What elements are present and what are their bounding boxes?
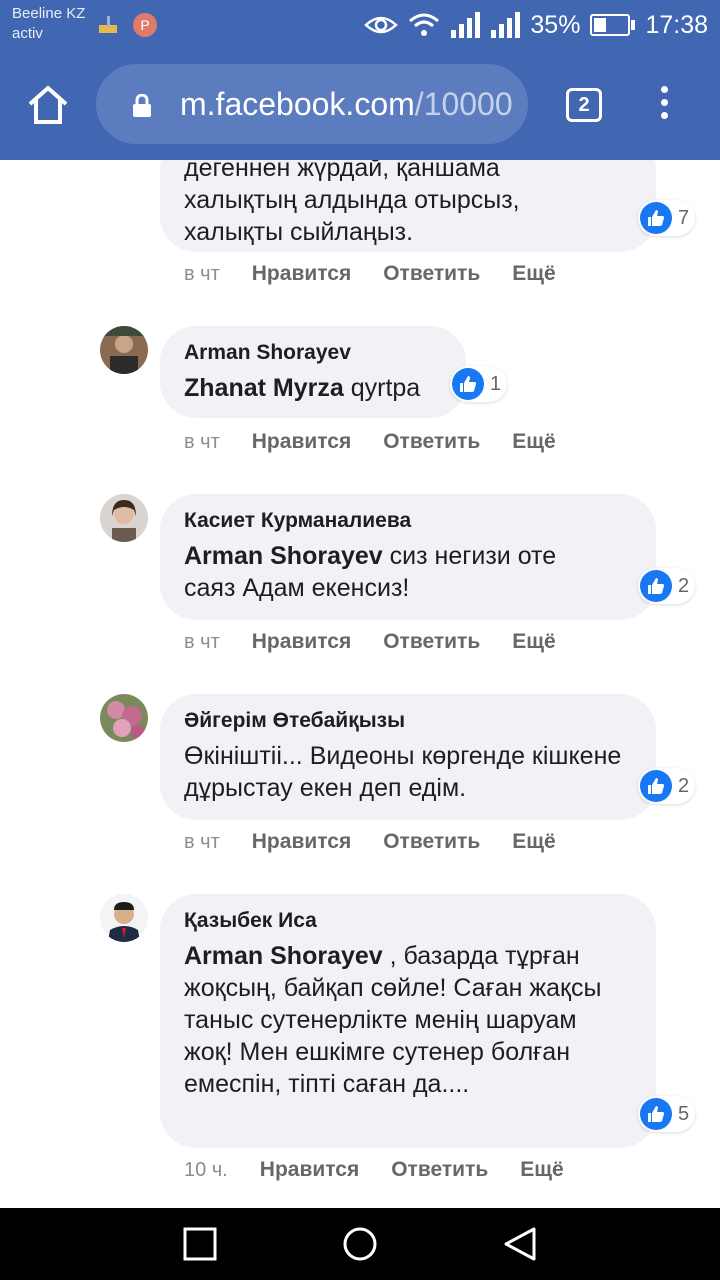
like-icon bbox=[452, 368, 484, 400]
overflow-menu-icon[interactable] bbox=[654, 86, 674, 126]
like-icon bbox=[640, 202, 672, 234]
comment-actions: в чт Нравится Ответить Ещё bbox=[184, 427, 588, 457]
comment-author[interactable]: Arman Shorayev bbox=[184, 340, 442, 366]
avatar[interactable] bbox=[100, 494, 148, 542]
url-bar[interactable]: m.facebook.com/10000 bbox=[96, 64, 528, 144]
comment-time[interactable]: в чт bbox=[184, 263, 220, 286]
comment-actions: в чт Нравится Ответить Ещё bbox=[184, 827, 588, 857]
more-button[interactable]: Ещё bbox=[512, 430, 555, 454]
comment-author[interactable]: Әйгерім Өтебайқызы bbox=[184, 708, 632, 734]
reaction-count[interactable]: 5 bbox=[638, 1096, 696, 1132]
carrier-label: Beeline KZ activ bbox=[12, 5, 86, 42]
signal-icon bbox=[451, 12, 481, 38]
battery-icon bbox=[590, 14, 636, 36]
home-icon[interactable] bbox=[24, 82, 72, 126]
status-icons: 35% 17:38 bbox=[364, 8, 708, 42]
recent-apps-icon[interactable] bbox=[182, 1226, 218, 1262]
comment-bubble: Әйгерім Өтебайқызы Өкініштіі... Видеоны … bbox=[160, 694, 656, 820]
comment-time[interactable]: 10 ч. bbox=[184, 1159, 228, 1182]
reaction-count[interactable]: 2 bbox=[638, 768, 696, 804]
reply-button[interactable]: Ответить bbox=[383, 262, 480, 286]
comments-list: дегеннен жүрдай, қаншама халықтың алдынд… bbox=[0, 160, 720, 1208]
reply-button[interactable]: Ответить bbox=[383, 430, 480, 454]
comment-author[interactable]: Касиет Курманалиева bbox=[184, 508, 632, 534]
reply-button[interactable]: Ответить bbox=[383, 830, 480, 854]
like-button[interactable]: Нравится bbox=[252, 262, 351, 286]
reply-button[interactable]: Ответить bbox=[391, 1158, 488, 1182]
clock: 17:38 bbox=[645, 10, 708, 39]
like-button[interactable]: Нравится bbox=[260, 1158, 359, 1182]
more-button[interactable]: Ещё bbox=[512, 630, 555, 654]
avatar[interactable] bbox=[100, 894, 148, 942]
like-button[interactable]: Нравится bbox=[252, 830, 351, 854]
comment-text: дегеннен жүрдай, қаншама халықтың алдынд… bbox=[184, 160, 520, 246]
more-button[interactable]: Ещё bbox=[520, 1158, 563, 1182]
comment-author[interactable]: Қазыбек Иса bbox=[184, 908, 632, 934]
comment-bubble: Arman Shorayev Zhanat Myrza qyrtpa bbox=[160, 326, 466, 418]
lock-icon bbox=[133, 94, 151, 117]
more-button[interactable]: Ещё bbox=[512, 830, 555, 854]
url-text: m.facebook.com/10000 bbox=[180, 86, 513, 122]
comment-time[interactable]: в чт bbox=[184, 431, 220, 454]
notification-badge-icon: P bbox=[133, 13, 157, 37]
mention-link[interactable]: Arman Shorayev bbox=[184, 542, 383, 570]
comment-actions: в чт Нравится Ответить Ещё bbox=[184, 627, 588, 657]
battery-percent: 35% bbox=[530, 10, 581, 39]
mention-link[interactable]: Zhanat Myrza bbox=[184, 374, 344, 402]
tab-switcher-button[interactable]: 2 bbox=[566, 88, 602, 122]
system-nav-bar bbox=[0, 1208, 720, 1280]
like-button[interactable]: Нравится bbox=[252, 630, 351, 654]
browser-toolbar: m.facebook.com/10000 2 bbox=[0, 50, 720, 160]
eye-icon bbox=[364, 16, 399, 34]
reaction-count[interactable]: 2 bbox=[638, 568, 696, 604]
comment-text: Өкініштіі... Видеоны көргенде кішкене дұ… bbox=[184, 742, 622, 802]
signal-icon-2 bbox=[491, 12, 521, 38]
like-icon bbox=[640, 1098, 672, 1130]
avatar[interactable] bbox=[100, 326, 148, 374]
mention-link[interactable]: Arman Shorayev bbox=[184, 942, 383, 970]
avatar[interactable] bbox=[100, 694, 148, 742]
comment-actions: 10 ч. Нравится Ответить Ещё bbox=[184, 1155, 596, 1185]
back-icon[interactable] bbox=[502, 1226, 538, 1262]
status-bar: Beeline KZ activ P 35% 17:38 bbox=[0, 0, 720, 50]
comment-text: Arman Shorayev , базарда тұрған жоқсың, … bbox=[184, 942, 602, 1098]
comment-text: Arman Shorayev сиз негизи оте саяз Адам … bbox=[184, 542, 557, 602]
comment-bubble: Касиет Курманалиева Arman Shorayev сиз н… bbox=[160, 494, 656, 620]
comment-text: Zhanat Myrza qyrtpa bbox=[184, 374, 421, 402]
reaction-count[interactable]: 1 bbox=[450, 366, 508, 402]
comment-time[interactable]: в чт bbox=[184, 631, 220, 654]
comment-actions: в чт Нравится Ответить Ещё bbox=[184, 259, 588, 289]
wifi-icon bbox=[409, 13, 440, 36]
like-button[interactable]: Нравится bbox=[252, 430, 351, 454]
reply-button[interactable]: Ответить bbox=[383, 630, 480, 654]
comment-bubble: дегеннен жүрдай, қаншама халықтың алдынд… bbox=[160, 160, 656, 252]
home-nav-icon[interactable] bbox=[342, 1226, 378, 1262]
like-icon bbox=[640, 770, 672, 802]
more-button[interactable]: Ещё bbox=[512, 262, 555, 286]
reaction-count[interactable]: 7 bbox=[638, 200, 696, 236]
comment-time[interactable]: в чт bbox=[184, 831, 220, 854]
like-icon bbox=[640, 570, 672, 602]
cleaner-app-icon bbox=[99, 16, 117, 33]
comment-bubble: Қазыбек Иса Arman Shorayev , базарда тұр… bbox=[160, 894, 656, 1148]
